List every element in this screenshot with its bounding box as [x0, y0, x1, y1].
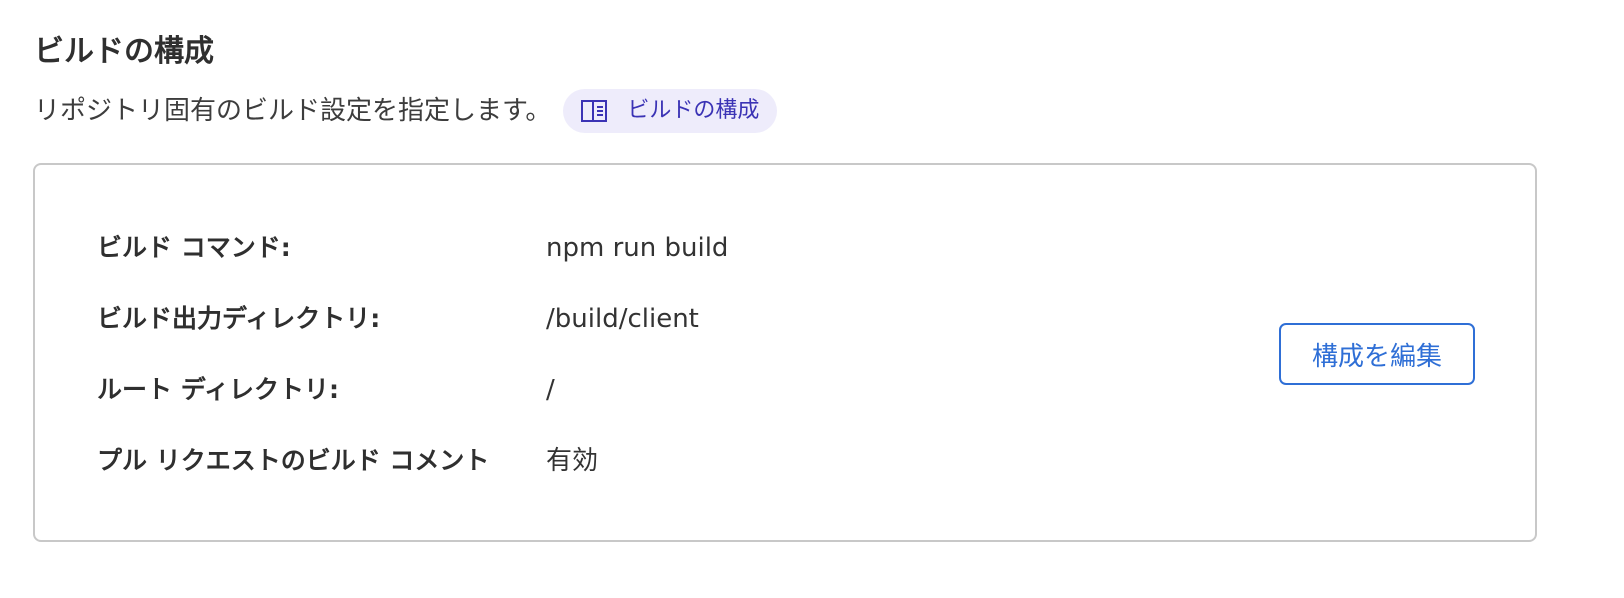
build-command-value: npm run build [546, 233, 729, 263]
pr-comments-label: プル リクエストのビルド コメント [97, 446, 490, 475]
docs-link-label: ビルドの構成 [627, 98, 760, 123]
config-row-output-dir: ビルド出力ディレクトリ: /build/client [97, 286, 728, 357]
build-command-label: ビルド コマンド: [97, 233, 291, 262]
config-row-build-command: ビルド コマンド: npm run build [97, 215, 728, 286]
root-dir-value: / [546, 375, 555, 405]
edit-config-button[interactable]: 構成を編集 [1279, 323, 1475, 385]
config-row-pr-comments: プル リクエストのビルド コメント 有効 [97, 428, 728, 499]
pr-comments-value: 有効 [546, 446, 599, 476]
output-dir-label: ビルド出力ディレクトリ: [97, 304, 381, 333]
section-description: リポジトリ固有のビルド設定を指定します。 [34, 96, 552, 126]
book-open-icon [579, 98, 609, 124]
docs-link-chip[interactable]: ビルドの構成 [563, 89, 778, 133]
config-row-root-dir: ルート ディレクトリ: / [97, 357, 728, 428]
root-dir-label: ルート ディレクトリ: [97, 375, 339, 404]
description-row: リポジトリ固有のビルド設定を指定します。 ビルドの構成 [34, 88, 778, 134]
build-config-card: ビルド コマンド: npm run build ビルド出力ディレクトリ: /bu… [33, 163, 1537, 542]
output-dir-value: /build/client [546, 304, 699, 334]
build-config-properties: ビルド コマンド: npm run build ビルド出力ディレクトリ: /bu… [97, 215, 728, 499]
section-title: ビルドの構成 [34, 34, 214, 69]
